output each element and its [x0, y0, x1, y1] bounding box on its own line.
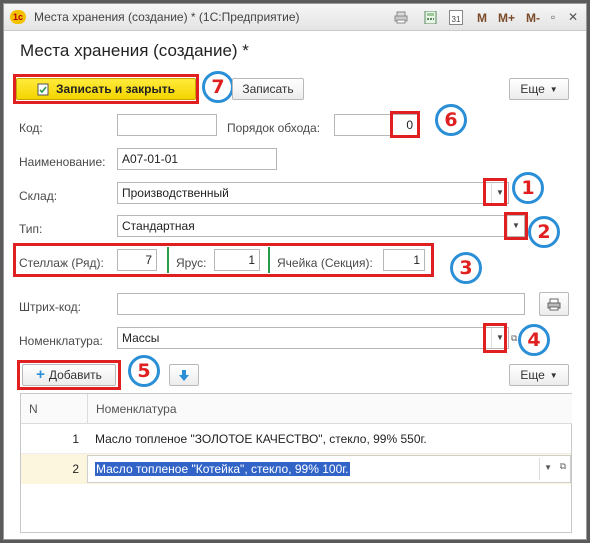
annotation-box-2: [504, 212, 528, 240]
print-icon[interactable]: [394, 11, 408, 24]
row-number: 2: [72, 462, 79, 476]
chevron-down-icon: ▼: [549, 370, 558, 380]
more-button[interactable]: Еще ▼: [509, 78, 569, 100]
window-title: Места хранения (создание) * (1С:Предприя…: [34, 10, 300, 24]
annotation-circle-5: 5: [128, 355, 160, 387]
restore-icon[interactable]: ▫: [544, 9, 562, 25]
annotation-box-1: [483, 178, 507, 206]
save-button[interactable]: Записать: [232, 78, 304, 100]
annotation-circle-7: 7: [202, 71, 234, 103]
annotation-box-4: [483, 323, 507, 353]
editor-divider: [539, 458, 540, 480]
row-item: Масло топленое "ЗОЛОТОЕ КАЧЕСТВО", стекл…: [95, 432, 427, 446]
annotation-circle-6: 6: [435, 104, 467, 136]
annotation-box-6: [390, 111, 420, 138]
move-down-button[interactable]: [169, 364, 199, 386]
row-number: 1: [72, 432, 79, 446]
annotation-circle-1: 1: [512, 172, 544, 204]
close-icon[interactable]: ✕: [564, 9, 582, 25]
annotation-circle-4: 4: [518, 324, 550, 356]
calculator-icon[interactable]: [424, 11, 438, 24]
annotation-circle-2: 2: [528, 216, 560, 248]
more-label: Еще: [520, 82, 545, 96]
print-barcode-button[interactable]: [539, 292, 569, 316]
arrow-down-icon: [179, 369, 189, 381]
name-input[interactable]: А07-01-01: [117, 148, 277, 170]
app-logo-icon: 1c: [10, 10, 26, 24]
type-label: Тип:: [19, 222, 43, 236]
printer-icon: [547, 298, 561, 310]
table-more-label: Еще: [520, 368, 545, 382]
nomenclature-select[interactable]: Массы: [117, 327, 509, 349]
page-title: Места хранения (создание) *: [20, 41, 249, 60]
nomenclature-label: Номенклатура:: [19, 334, 103, 348]
barcode-label: Штрих-код:: [19, 300, 81, 314]
code-label: Код:: [19, 121, 43, 135]
type-select[interactable]: Стандартная: [117, 215, 525, 237]
memory-minus-button[interactable]: M-: [526, 11, 540, 25]
annotation-box-7: [13, 74, 199, 104]
nomenclature-table: N Номенклатура 1 Масло топленое "ЗОЛОТОЕ…: [20, 393, 572, 533]
annotation-box-5: [17, 360, 121, 390]
title-bar: 1c Места хранения (создание) * (1С:Предп…: [4, 4, 586, 31]
order-label: Порядок обхода:: [227, 121, 321, 135]
app-window: 1c Места хранения (создание) * (1С:Предп…: [3, 3, 587, 540]
table-row[interactable]: 1 Масло топленое "ЗОЛОТОЕ КАЧЕСТВО", сте…: [21, 424, 571, 454]
table-row-selected[interactable]: 2 Масло топленое "Котейка", стекло, 99% …: [21, 454, 571, 484]
row-item-selected-text: Масло топленое "Котейка", стекло, 99% 10…: [95, 462, 350, 476]
name-label: Наименование:: [19, 155, 106, 169]
column-header-n[interactable]: N: [21, 394, 87, 424]
calendar-icon[interactable]: 31: [449, 10, 463, 25]
memory-plus-button[interactable]: M+: [498, 11, 515, 25]
row-open-icon[interactable]: ⧉: [560, 461, 566, 472]
code-input[interactable]: [117, 114, 217, 136]
warehouse-select[interactable]: Производственный: [117, 182, 509, 204]
annotation-box-3: [13, 243, 434, 277]
annotation-circle-3: 3: [450, 252, 482, 284]
column-header-nomenclature[interactable]: Номенклатура: [87, 394, 572, 424]
open-link-icon[interactable]: ⧉: [511, 333, 517, 344]
chevron-down-icon: ▼: [549, 84, 558, 94]
table-more-button[interactable]: Еще ▼: [509, 364, 569, 386]
row-item-editor[interactable]: Масло топленое "Котейка", стекло, 99% 10…: [87, 455, 571, 483]
warehouse-label: Склад:: [19, 189, 58, 203]
memory-m-button[interactable]: M: [477, 11, 487, 25]
barcode-input[interactable]: [117, 293, 525, 315]
row-dropdown-icon[interactable]: ▼: [544, 463, 552, 472]
